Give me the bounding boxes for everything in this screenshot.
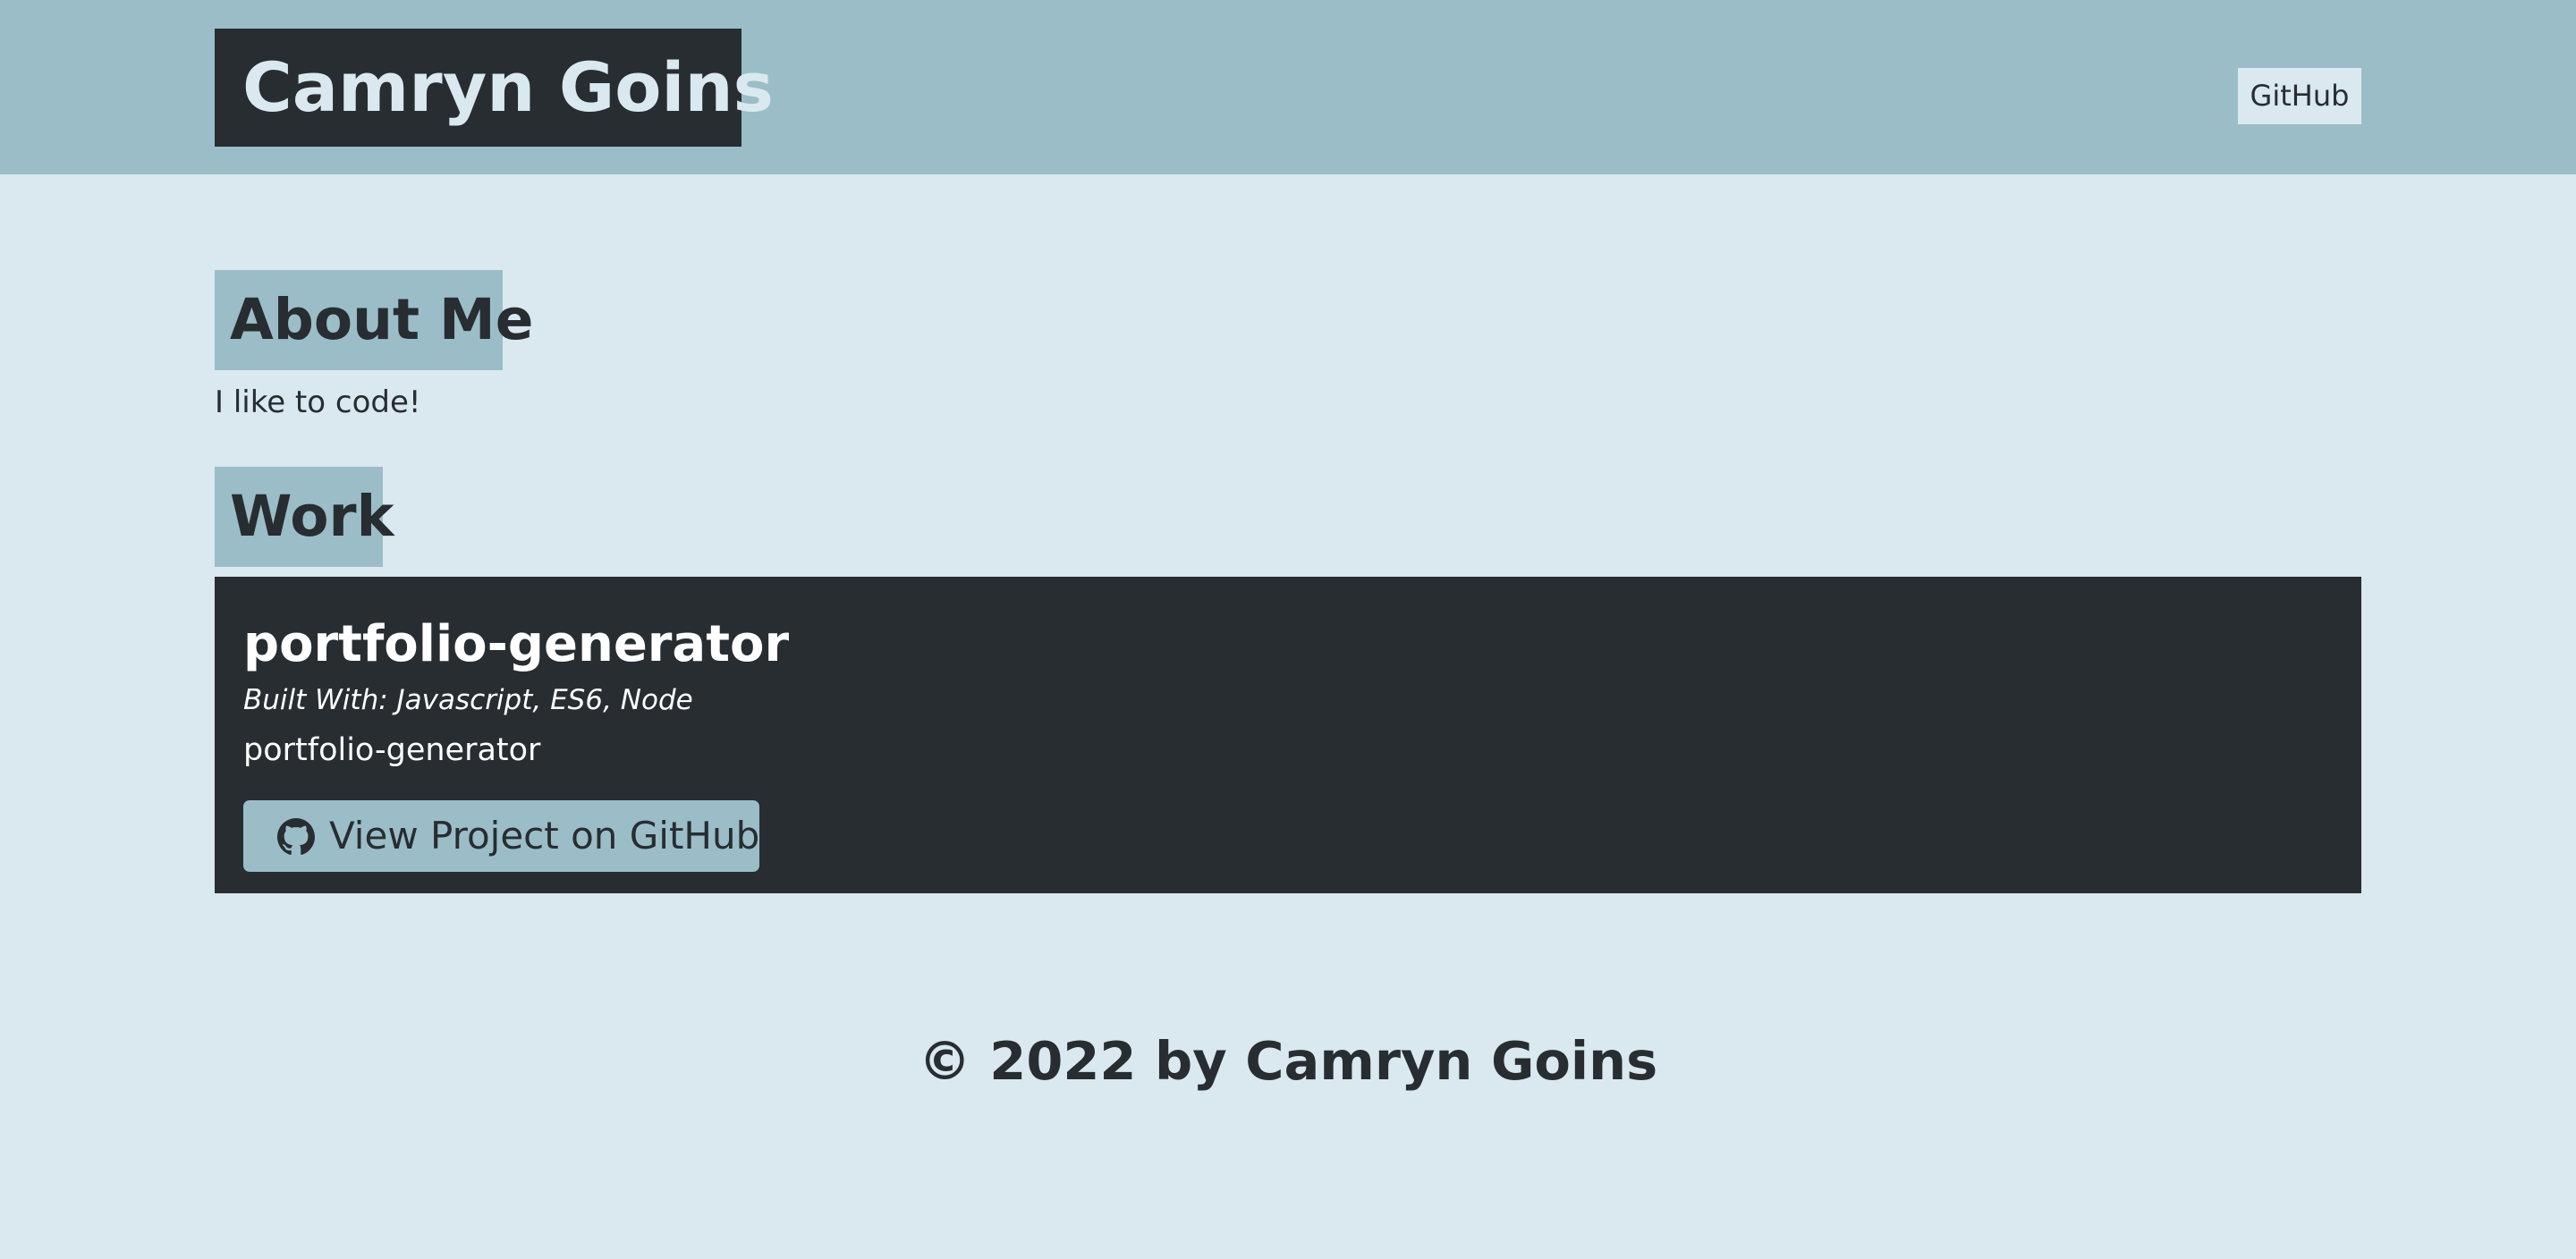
page-header: Camryn Goins GitHub bbox=[0, 0, 2576, 174]
site-title: Camryn Goins bbox=[215, 29, 774, 147]
project-card: portfolio-generator Built With: Javascri… bbox=[215, 577, 2361, 893]
github-nav-link[interactable]: GitHub bbox=[2238, 68, 2361, 124]
github-icon bbox=[277, 807, 315, 855]
view-project-label: View Project on GitHub bbox=[329, 814, 760, 858]
view-project-button[interactable]: View Project on GitHub bbox=[243, 800, 759, 872]
work-heading: Work bbox=[215, 467, 394, 567]
about-heading: About Me bbox=[215, 270, 533, 370]
about-text: I like to code! bbox=[215, 384, 421, 420]
project-languages: Built With: Javascript, ES6, Node bbox=[243, 684, 693, 716]
project-name: portfolio-generator bbox=[243, 615, 790, 673]
footer-copyright: © 2022 by Camryn Goins bbox=[918, 1030, 1658, 1092]
project-description: portfolio-generator bbox=[243, 732, 541, 768]
